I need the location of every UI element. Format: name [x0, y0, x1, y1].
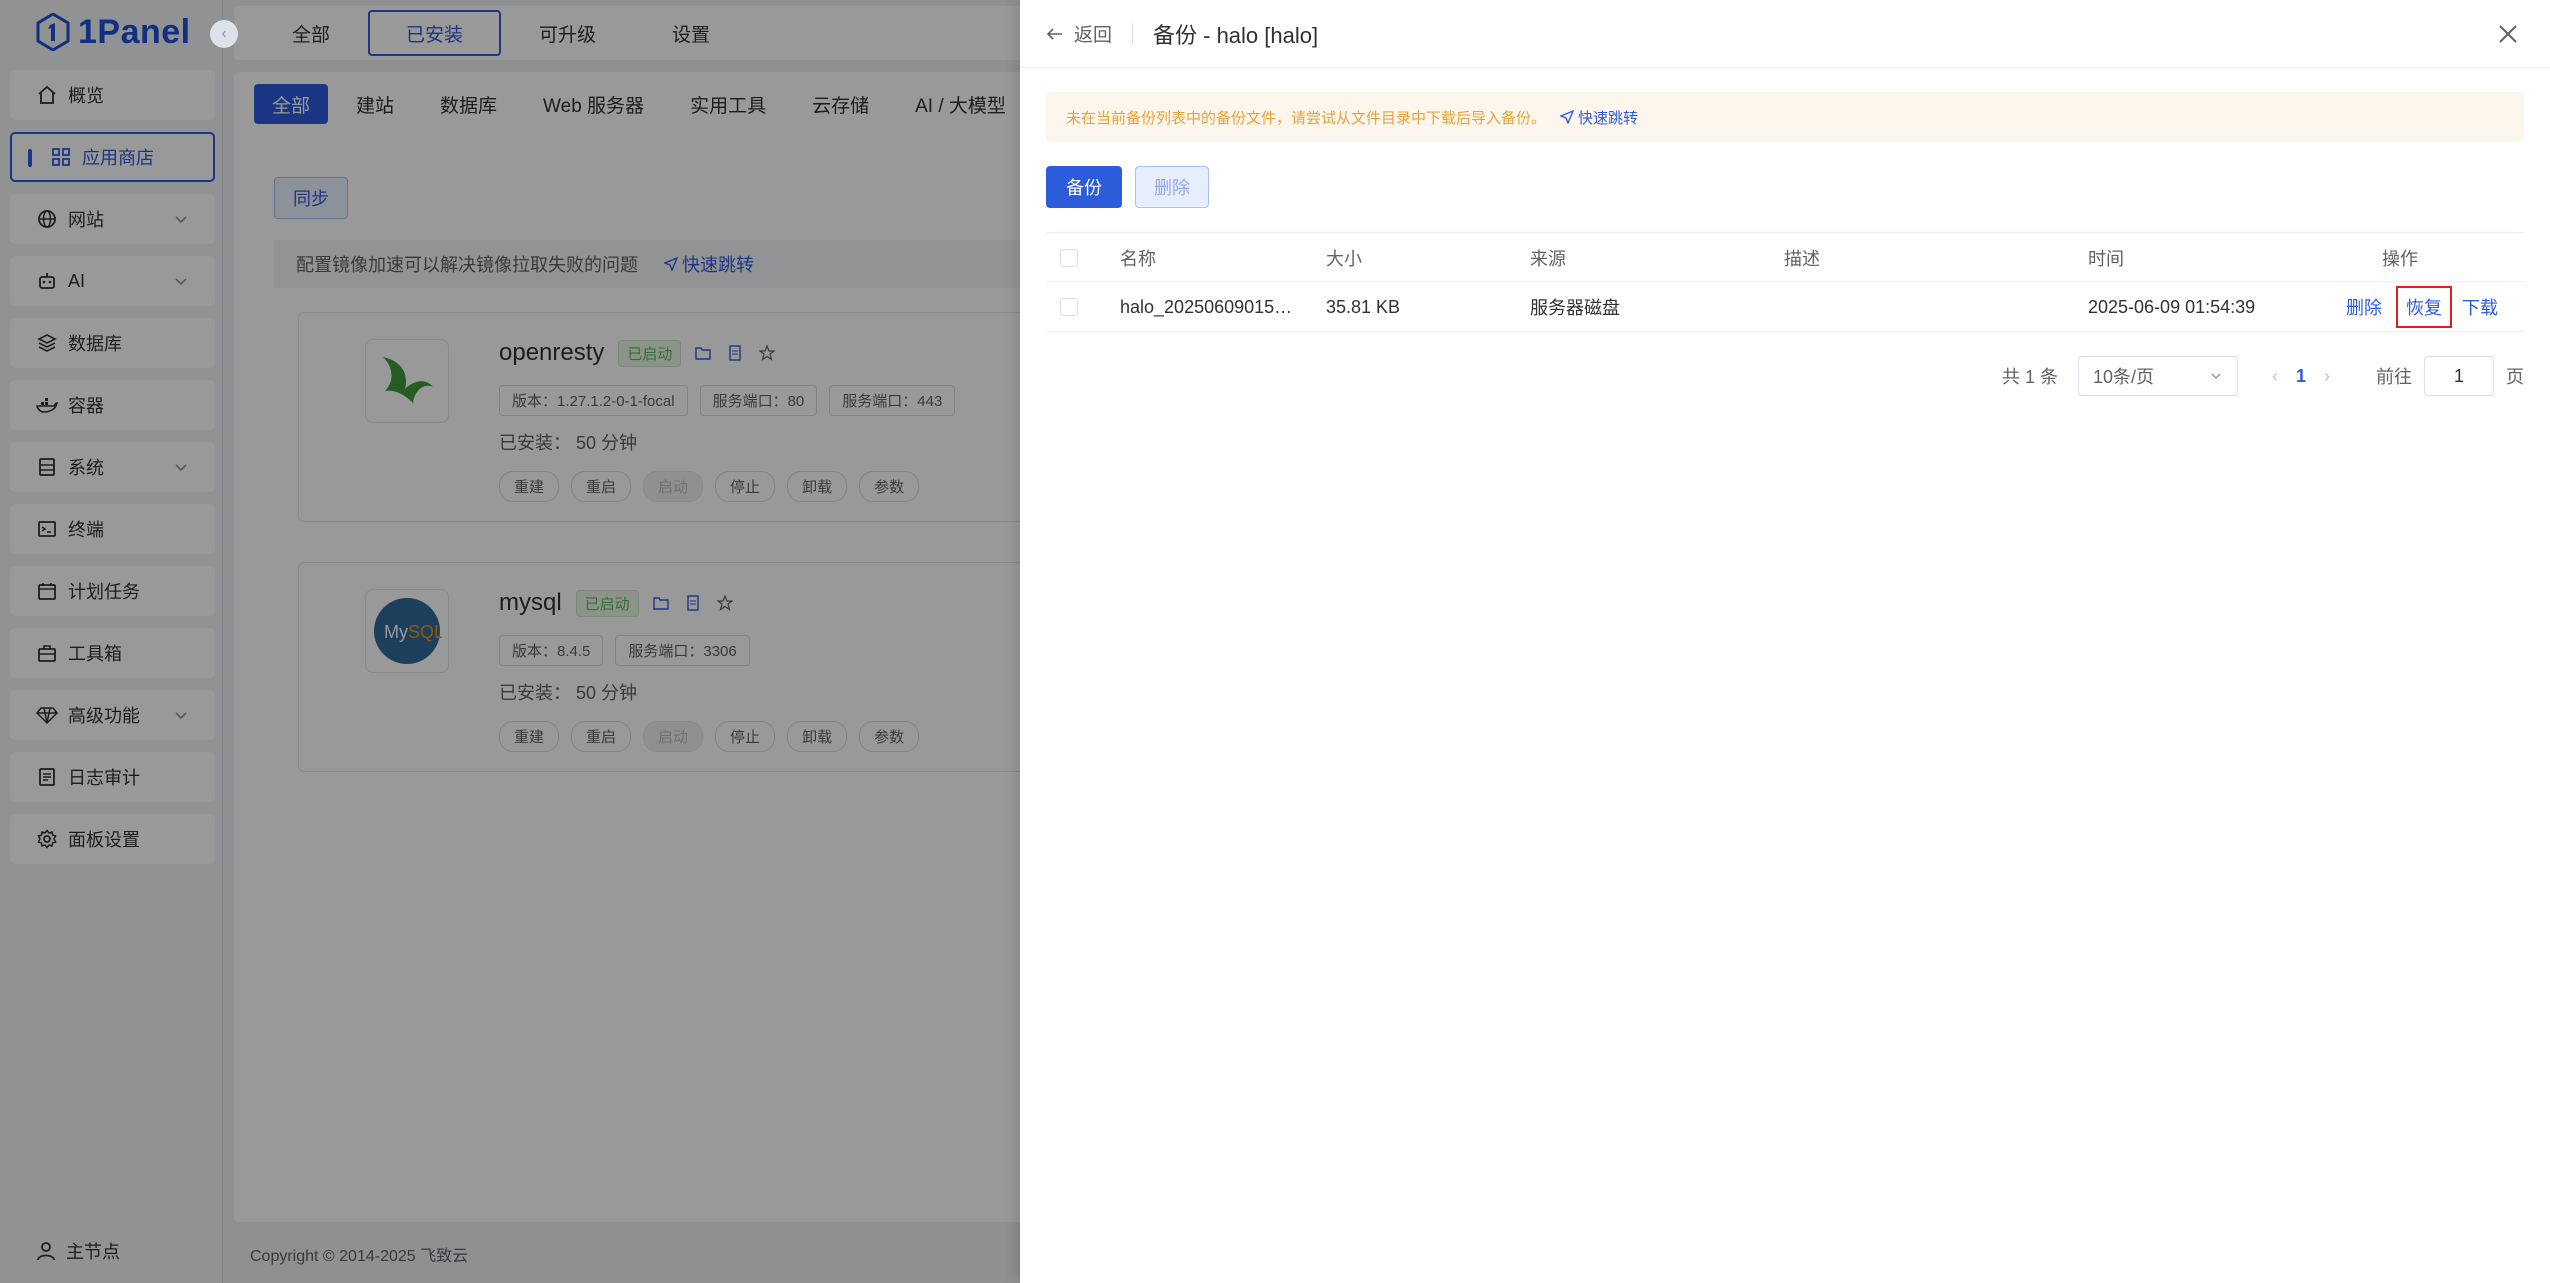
backup-drawer: 返回 备份 - halo [halo] 未在当前备份列表中的备份文件，请尝试从文… — [1020, 0, 2550, 1283]
chevron-left-icon: ‹ — [221, 25, 227, 42]
goto-page-input[interactable]: 1 — [2424, 356, 2494, 396]
table-row: halo_20250609015… 35.81 KB 服务器磁盘 2025-06… — [1046, 282, 2524, 332]
page-suffix: 页 — [2506, 367, 2524, 387]
delete-backup-link[interactable]: 删除 — [2346, 294, 2382, 320]
row-actions: 删除 恢复 下载 — [2346, 282, 2498, 332]
chevron-down-icon — [2211, 373, 2221, 379]
header-size: 大小 — [1326, 249, 1362, 269]
header-name: 名称 — [1120, 249, 1156, 269]
close-icon[interactable] — [2496, 22, 2520, 46]
backup-time: 2025-06-09 01:54:39 — [2088, 296, 2256, 317]
restore-backup-link[interactable]: 恢复 — [2396, 286, 2452, 328]
warning-jump-label: 快速跳转 — [1578, 109, 1639, 127]
backup-source: 服务器磁盘 — [1530, 298, 1620, 318]
warning-jump-link[interactable]: 快速跳转 — [1560, 107, 1638, 128]
row-checkbox[interactable] — [1060, 298, 1078, 316]
warning-text: 未在当前备份列表中的备份文件，请尝试从文件目录中下载后导入备份。 — [1066, 109, 1547, 127]
drawer-header: 返回 备份 - halo [halo] — [1020, 0, 2550, 68]
warning-alert: 未在当前备份列表中的备份文件，请尝试从文件目录中下载后导入备份。 快速跳转 — [1046, 92, 2524, 142]
header-divider — [1132, 22, 1134, 45]
header-source: 来源 — [1530, 249, 1566, 269]
back-label: 返回 — [1074, 25, 1113, 46]
prev-page-button[interactable]: ‹ — [2272, 366, 2278, 387]
back-button[interactable]: 返回 — [1046, 20, 1112, 47]
page-number-current[interactable]: 1 — [2296, 366, 2306, 387]
backup-table: 名称 大小 来源 描述 时间 操作 halo_20250609015… 35.8… — [1046, 232, 2524, 332]
download-backup-link[interactable]: 下载 — [2462, 294, 2498, 320]
bulk-delete-button[interactable]: 删除 — [1135, 166, 1209, 208]
backup-name: halo_20250609015… — [1120, 296, 1293, 317]
pagination: 共 1 条 10条/页 ‹ 1 › 前往 1 页 — [1020, 356, 2524, 396]
header-time: 时间 — [2088, 249, 2124, 269]
backup-size: 35.81 KB — [1326, 296, 1401, 317]
send-icon — [1560, 110, 1575, 124]
header-actions: 操作 — [2382, 249, 2418, 269]
goto-label: 前往 — [2376, 367, 2412, 387]
arrow-left-icon — [1046, 27, 1062, 40]
select-all-checkbox[interactable] — [1060, 249, 1078, 267]
header-description: 描述 — [1784, 249, 1820, 269]
page-size-value: 10条/页 — [2092, 367, 2155, 387]
backup-button[interactable]: 备份 — [1046, 166, 1122, 208]
drawer-title: 备份 - halo [halo] — [1153, 22, 1319, 48]
next-page-button[interactable]: › — [2324, 366, 2330, 387]
collapse-sidebar-button[interactable]: ‹ — [210, 20, 238, 48]
table-header: 名称 大小 来源 描述 时间 操作 — [1046, 232, 2524, 282]
total-count: 共 1 条 — [2001, 367, 2058, 387]
page-size-select[interactable]: 10条/页 — [2077, 356, 2238, 396]
